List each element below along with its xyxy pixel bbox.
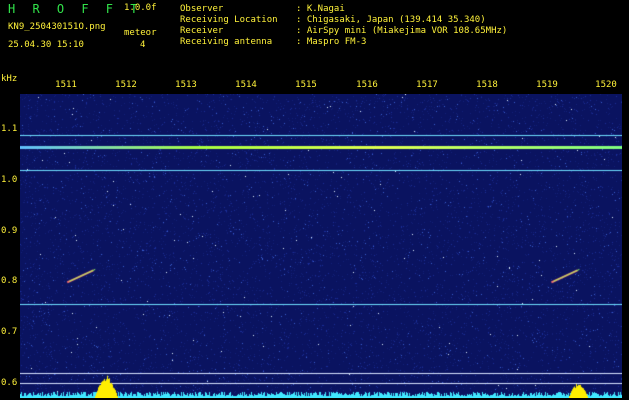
spectrogram [20, 94, 622, 398]
minute-label: 1519 [536, 80, 558, 90]
location-value: : Chigasaki, Japan (139.414 35.340) [296, 15, 486, 25]
frequency-tick: 1.1 [1, 124, 18, 135]
frequency-tick: 0.7 [1, 327, 18, 338]
meteor-count: 4 [140, 40, 146, 50]
datetime-label: 25.04.30 15:10 [8, 40, 84, 50]
minute-label: 1511 [55, 80, 77, 90]
receiver-value: : AirSpy mini (Miakejima VOR 108.65MHz) [296, 26, 508, 36]
location-label: Receiving Location [180, 15, 278, 25]
app-title: H R O F F T [8, 2, 143, 16]
mode-label: meteor [124, 28, 157, 38]
observer-label: Observer [180, 4, 224, 14]
frequency-axis [0, 94, 20, 400]
minute-label: 1515 [295, 80, 317, 90]
minute-label: 1516 [356, 80, 378, 90]
frequency-tick: 0.9 [1, 225, 18, 236]
header-panel: H R O F F T 1.0.0f KN9_250430151O.png me… [0, 0, 629, 74]
minute-label: 1520 [595, 80, 617, 90]
frequency-tick: 0.8 [1, 276, 18, 287]
antenna-value: : Maspro FM-3 [296, 37, 367, 47]
frequency-tick: 0.6 [1, 377, 18, 388]
file-name: KN9_250430151O.png [8, 22, 106, 32]
unit-label: kHz [1, 74, 18, 84]
minute-label: 1513 [175, 80, 197, 90]
observer-value: : K.Nagai [296, 4, 345, 14]
minute-label: 1514 [235, 80, 257, 90]
minute-label: 1512 [115, 80, 137, 90]
antenna-label: Receiving antenna [180, 37, 273, 47]
version-label: 1.0.0f [124, 3, 157, 13]
minute-label: 1517 [416, 80, 438, 90]
receiver-label: Receiver [180, 26, 224, 36]
minute-label: 1518 [476, 80, 498, 90]
frequency-tick: 1.0 [1, 175, 18, 186]
